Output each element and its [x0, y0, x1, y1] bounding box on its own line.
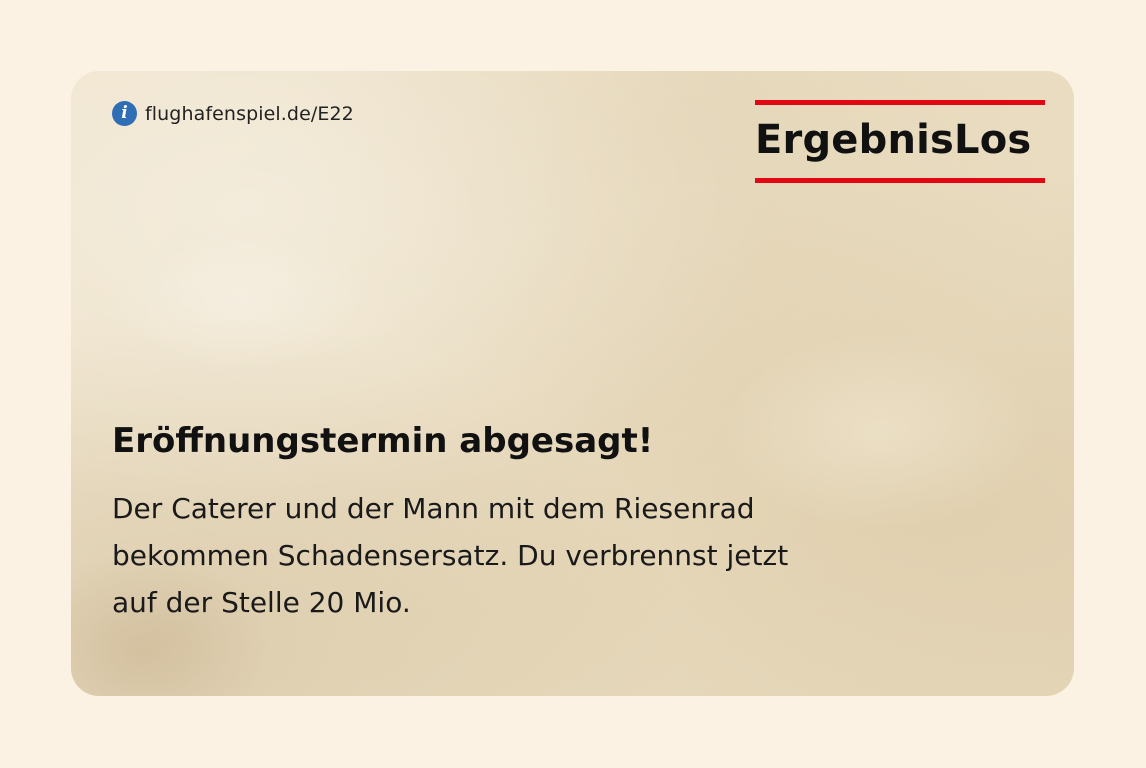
info-link[interactable]: flughafenspiel.de/E22: [145, 103, 354, 125]
card-body-line: bekommen Schadensersatz. Du verbrennst j…: [112, 539, 789, 572]
card-headline: Eröffnungstermin abgesagt!: [112, 421, 654, 461]
result-card: i flughafenspiel.de/E22 ErgebnisLos Eröf…: [71, 71, 1074, 696]
card-body-line: Der Caterer und der Mann mit dem Riesenr…: [112, 492, 755, 525]
info-link-row[interactable]: i flughafenspiel.de/E22: [112, 101, 354, 126]
info-icon[interactable]: i: [112, 101, 137, 126]
brand-bar-top: [755, 100, 1045, 105]
brand-name: ErgebnisLos: [755, 117, 1032, 163]
card-body: Der Caterer und der Mann mit dem Riesenr…: [112, 485, 882, 626]
brand-logo: ErgebnisLos: [755, 100, 1045, 184]
paper-stain: [111, 231, 371, 371]
card-body-line: auf der Stelle 20 Mio.: [112, 586, 411, 619]
brand-bar-bottom: [755, 178, 1045, 183]
